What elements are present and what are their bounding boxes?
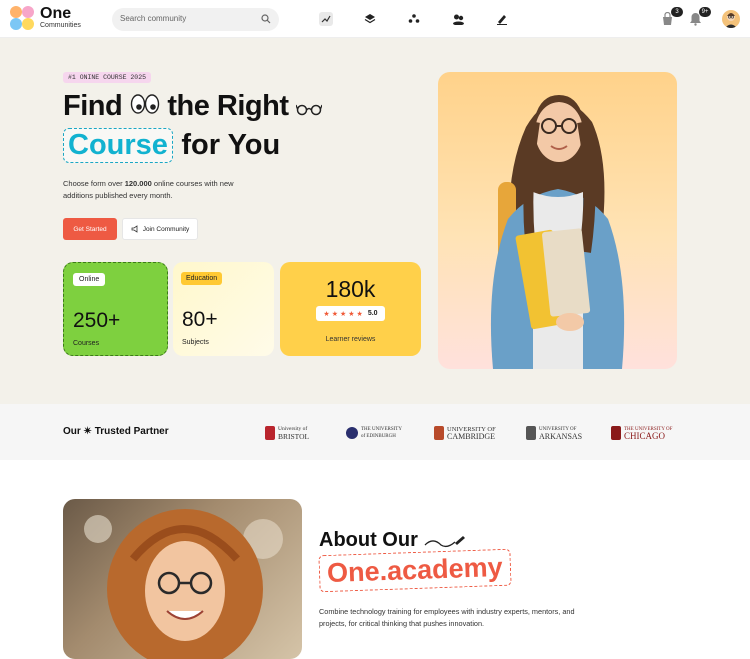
pen-scribble-icon	[424, 535, 466, 547]
hero-title-line1: Find the Right	[63, 90, 323, 124]
search-input[interactable]: Search community	[112, 8, 279, 31]
megaphone-icon	[131, 225, 138, 233]
join-community-button[interactable]: Join Community	[122, 218, 198, 240]
about-heading: About Our	[319, 529, 466, 552]
about-woman-image	[63, 499, 302, 659]
star-icon: ★	[348, 310, 355, 318]
stat-tag: Education	[181, 272, 223, 285]
hero-tag: #1 ONINE COURSE 2025	[63, 72, 152, 83]
hero-desc-bold: 120.000	[124, 179, 152, 188]
partner-name-line2: CHICAGO	[624, 431, 666, 441]
notification-badge: 9+	[699, 7, 711, 17]
about-description: Combine technology training for employee…	[319, 607, 575, 628]
reviews-label: Learner reviews	[325, 336, 376, 343]
partner-logo-chicago[interactable]: THE UNIVERSITY OF CHICAGO	[611, 424, 672, 442]
hero-title-phrase: the Right	[167, 90, 289, 122]
logo-title: One	[40, 5, 72, 22]
stat-label: Subjects	[182, 339, 209, 346]
join-community-label: Join Community	[142, 225, 190, 233]
hero-section: #1 ONINE COURSE 2025 Find the Right Cour…	[0, 38, 750, 404]
partner-name-line2: CAMBRIDGE	[447, 432, 496, 441]
logo[interactable]: One Communities	[10, 5, 100, 33]
group-icon[interactable]	[451, 12, 465, 26]
hero-student-image	[438, 72, 677, 369]
edit-icon[interactable]	[495, 12, 509, 26]
partner-name-line2: of EDINBURGH	[361, 434, 396, 439]
hero-description: Choose form over 120.000 online courses …	[63, 178, 263, 202]
stat-value: 80+	[182, 308, 218, 331]
stat-card-subjects: Education 80+ Subjects	[173, 262, 274, 356]
search-icon	[261, 14, 271, 24]
hero-title-word: Find	[63, 90, 123, 122]
academy-brand: One.academy	[318, 548, 512, 593]
star-icon: ★	[323, 310, 330, 318]
layers-icon[interactable]	[363, 12, 377, 26]
search-placeholder: Search community	[120, 14, 187, 23]
chart-icon[interactable]	[319, 12, 333, 26]
people-icon[interactable]	[407, 12, 421, 26]
logo-subtitle: Communities	[40, 22, 81, 29]
stat-card-courses: Online 250+ Courses	[63, 262, 168, 356]
hero-desc-pre: Choose form over	[63, 179, 123, 188]
partner-logo-cambridge[interactable]: UNIVERSITY OF CAMBRIDGE	[434, 424, 496, 442]
cart-badge: 3	[671, 7, 683, 17]
user-avatar[interactable]	[722, 10, 740, 28]
cart-icon[interactable]: 3	[661, 7, 683, 26]
top-navbar: One Communities Search community 3 9+	[0, 0, 750, 38]
crest-icon	[611, 426, 621, 440]
crest-icon	[526, 426, 536, 440]
logo-icon	[10, 6, 36, 32]
bell-icon[interactable]: 9+	[689, 7, 711, 26]
trusted-partners-section: Our ✴ Trusted Partner University of BRIS…	[0, 404, 750, 460]
rating-badge: ★ ★ ★ ★ ★ 5.0	[316, 306, 385, 321]
crest-icon	[265, 426, 275, 440]
about-heading-text: About Our	[319, 529, 418, 551]
partner-logo-edinburgh[interactable]: THE UNIVERSITY of EDINBURGH	[346, 424, 402, 442]
partner-logo-bristol[interactable]: University of BRISTOL	[265, 424, 309, 442]
crest-icon	[434, 426, 444, 440]
partner-name-line1: THE UNIVERSITY	[361, 427, 402, 432]
stat-tag: Online	[73, 273, 106, 286]
crest-icon	[346, 427, 358, 439]
partners-title: Our ✴ Trusted Partner	[63, 426, 169, 437]
reviews-value: 180k	[325, 276, 376, 302]
star-icon: ★	[339, 310, 347, 318]
glasses-icon	[295, 91, 323, 124]
hero-title-highlight: Course	[63, 128, 173, 163]
stat-label: Courses	[73, 340, 100, 347]
hero-title-rest: for You	[181, 129, 281, 161]
get-started-button[interactable]: Get Started	[63, 218, 117, 240]
eyes-icon	[130, 93, 160, 122]
star-icon: ★	[356, 310, 363, 318]
rating-value: 5.0	[367, 310, 378, 317]
star-icon: ★	[331, 310, 338, 318]
partner-logo-arkansas[interactable]: UNIVERSITY OF ARKANSAS	[526, 424, 582, 442]
stat-card-reviews: 180k ★ ★ ★ ★ ★ 5.0 Learner reviews	[280, 262, 421, 356]
hero-title-line2: Course for You	[63, 128, 280, 163]
partner-name-line2: ARKANSAS	[539, 432, 583, 441]
partner-name-line2: BRISTOL	[278, 432, 310, 441]
stat-value: 250+	[73, 309, 121, 332]
